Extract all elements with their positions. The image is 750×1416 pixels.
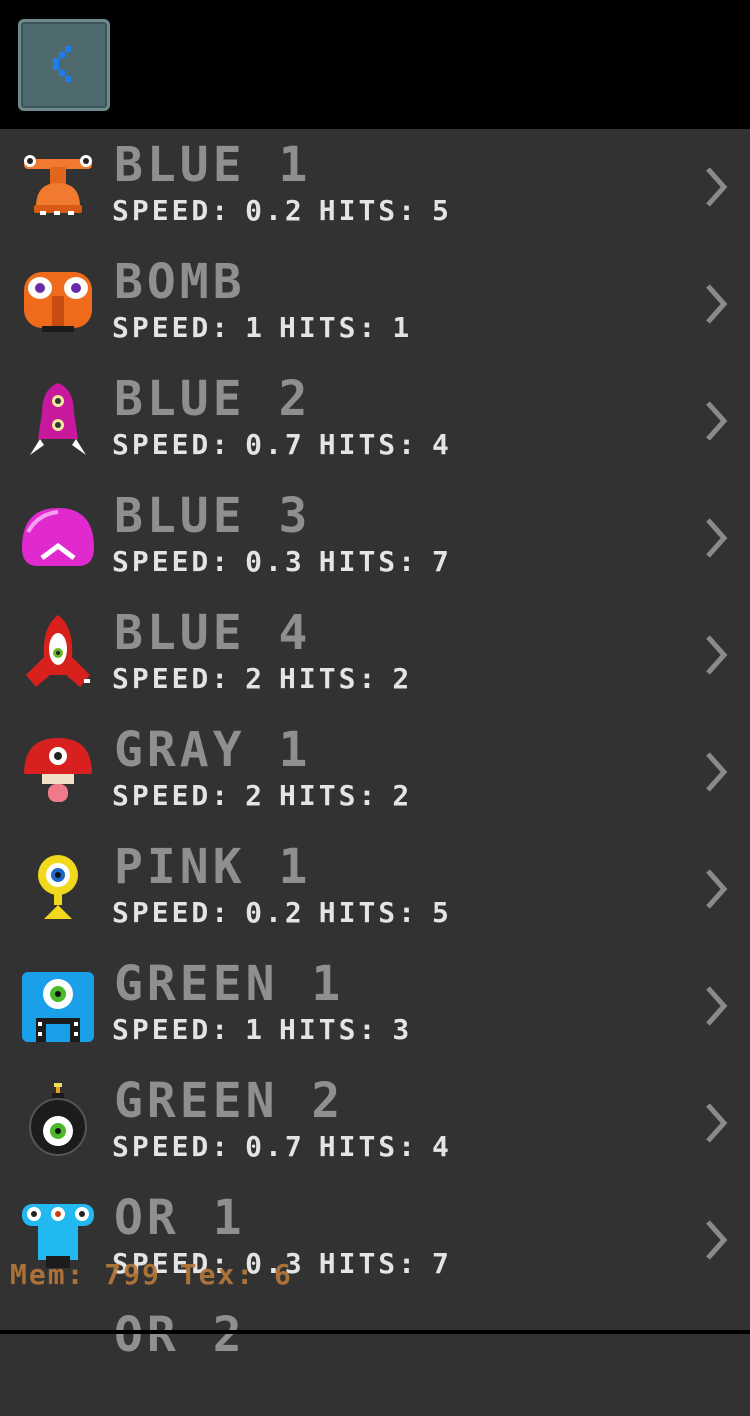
speed-label: SPEED: xyxy=(112,194,232,227)
black-bomb-eye-icon xyxy=(29,1083,87,1156)
blue-box-eye-icon xyxy=(22,972,94,1042)
bottom-edge xyxy=(0,1330,750,1334)
chevron-right-icon xyxy=(706,635,728,675)
list-item[interactable]: BLUE 2 SPEED: 0.7 HITS: 4 xyxy=(0,363,750,480)
orange-face-icon xyxy=(24,272,92,332)
hits-label: HITS: xyxy=(318,896,419,929)
speed-label: SPEED: xyxy=(112,545,232,578)
enemy-stats: SPEED: 0.3 HITS: 7 xyxy=(112,546,466,578)
speed-value: 1 xyxy=(245,311,266,344)
chevron-right-icon xyxy=(706,986,728,1026)
speed-label: SPEED: xyxy=(112,896,232,929)
enemy-stats: SPEED: 0.7 HITS: 4 xyxy=(112,1131,466,1163)
list-item[interactable]: BOMB SPEED: 1 HITS: 1 xyxy=(0,246,750,363)
chevron-right-icon xyxy=(706,1103,728,1143)
enemy-name: OR 1 xyxy=(114,1190,246,1246)
enemy-stats: SPEED: 0.7 HITS: 4 xyxy=(112,429,466,461)
hits-value: 3 xyxy=(392,1013,413,1046)
red-mushroom-icon xyxy=(24,738,92,802)
list-item[interactable]: OR 2 xyxy=(0,1299,750,1416)
hits-value: 5 xyxy=(432,194,452,227)
hits-value: 2 xyxy=(392,662,413,695)
speed-label: SPEED: xyxy=(112,662,232,695)
chevron-right-icon xyxy=(706,869,728,909)
speed-label: SPEED: xyxy=(112,1013,232,1046)
enemy-name: GRAY 1 xyxy=(114,722,312,778)
chevron-right-icon xyxy=(706,401,728,441)
hits-value: 5 xyxy=(432,896,452,929)
enemy-stats: SPEED: 2 HITS: 2 xyxy=(112,780,426,812)
speed-value: 0.2 xyxy=(245,896,305,929)
chevron-left-icon xyxy=(53,46,71,82)
enemy-stats: SPEED: 0.2 HITS: 5 xyxy=(112,195,466,227)
speed-value: 0.7 xyxy=(245,428,305,461)
enemy-name: OR 2 xyxy=(114,1307,246,1363)
enemy-name: BLUE 1 xyxy=(114,137,312,193)
speed-label: SPEED: xyxy=(112,1130,232,1163)
hits-value: 1 xyxy=(392,311,413,344)
enemy-stats: SPEED: 2 HITS: 2 xyxy=(112,663,426,695)
hits-label: HITS: xyxy=(279,1013,379,1046)
enemy-name: GREEN 2 xyxy=(114,1073,345,1129)
chevron-right-icon xyxy=(706,284,728,324)
red-ship-icon xyxy=(26,615,90,687)
chevron-right-icon xyxy=(706,752,728,792)
yellow-eye-icon xyxy=(38,855,78,919)
list-item[interactable]: BLUE 4 SPEED: 2 HITS: 2 xyxy=(0,597,750,714)
hits-value: 7 xyxy=(432,545,452,578)
speed-value: 2 xyxy=(245,662,266,695)
chevron-right-icon xyxy=(706,518,728,558)
hits-value: 2 xyxy=(392,779,413,812)
list-item[interactable]: GRAY 1 SPEED: 2 HITS: 2 xyxy=(0,714,750,831)
speed-label: SPEED: xyxy=(112,428,232,461)
enemy-name: BLUE 3 xyxy=(114,488,312,544)
chevron-right-icon xyxy=(706,167,728,207)
hits-value: 7 xyxy=(432,1247,452,1280)
debug-memory-text: Mem: 799 Tex: 6 xyxy=(10,1258,293,1291)
hits-label: HITS: xyxy=(279,779,379,812)
hits-label: HITS: xyxy=(279,662,379,695)
enemy-name: BOMB xyxy=(114,254,246,310)
hits-label: HITS: xyxy=(318,545,419,578)
hits-label: HITS: xyxy=(279,311,379,344)
hits-label: HITS: xyxy=(318,194,419,227)
list-item[interactable]: GREEN 2 SPEED: 0.7 HITS: 4 xyxy=(0,1065,750,1182)
list-item[interactable]: PINK 1 SPEED: 0.2 HITS: 5 xyxy=(0,831,750,948)
enemy-name: PINK 1 xyxy=(114,839,312,895)
orange-hammerhead-icon xyxy=(24,155,92,215)
back-button[interactable] xyxy=(18,19,110,111)
enemy-name: BLUE 4 xyxy=(114,605,312,661)
magenta-dome-icon xyxy=(22,508,94,566)
hits-label: HITS: xyxy=(318,428,419,461)
top-bar xyxy=(0,0,750,129)
speed-value: 0.2 xyxy=(245,194,305,227)
enemy-name: BLUE 2 xyxy=(114,371,312,427)
hits-value: 4 xyxy=(432,428,452,461)
magenta-rocket-icon xyxy=(30,383,86,455)
speed-value: 0.3 xyxy=(245,545,305,578)
speed-value: 0.7 xyxy=(245,1130,305,1163)
list-item[interactable]: GREEN 1 SPEED: 1 HITS: 3 xyxy=(0,948,750,1065)
enemy-stats: SPEED: 1 HITS: 3 xyxy=(112,1014,426,1046)
enemy-stats: SPEED: 1 HITS: 1 xyxy=(112,312,426,344)
list-item[interactable]: BLUE 1 SPEED: 0.2 HITS: 5 xyxy=(0,129,750,246)
speed-value: 2 xyxy=(245,779,266,812)
speed-value: 1 xyxy=(245,1013,266,1046)
enemy-stats: SPEED: 0.2 HITS: 5 xyxy=(112,897,466,929)
chevron-right-icon xyxy=(706,1220,728,1260)
list-item[interactable]: BLUE 3 SPEED: 0.3 HITS: 7 xyxy=(0,480,750,597)
hits-label: HITS: xyxy=(318,1247,419,1280)
hits-label: HITS: xyxy=(318,1130,419,1163)
speed-label: SPEED: xyxy=(112,311,232,344)
speed-label: SPEED: xyxy=(112,779,232,812)
enemy-name: GREEN 1 xyxy=(114,956,345,1012)
enemy-list: BLUE 1 SPEED: 0.2 HITS: 5 BOMB SPEED: 1 HITS:… xyxy=(0,129,750,1416)
hits-value: 4 xyxy=(432,1130,452,1163)
